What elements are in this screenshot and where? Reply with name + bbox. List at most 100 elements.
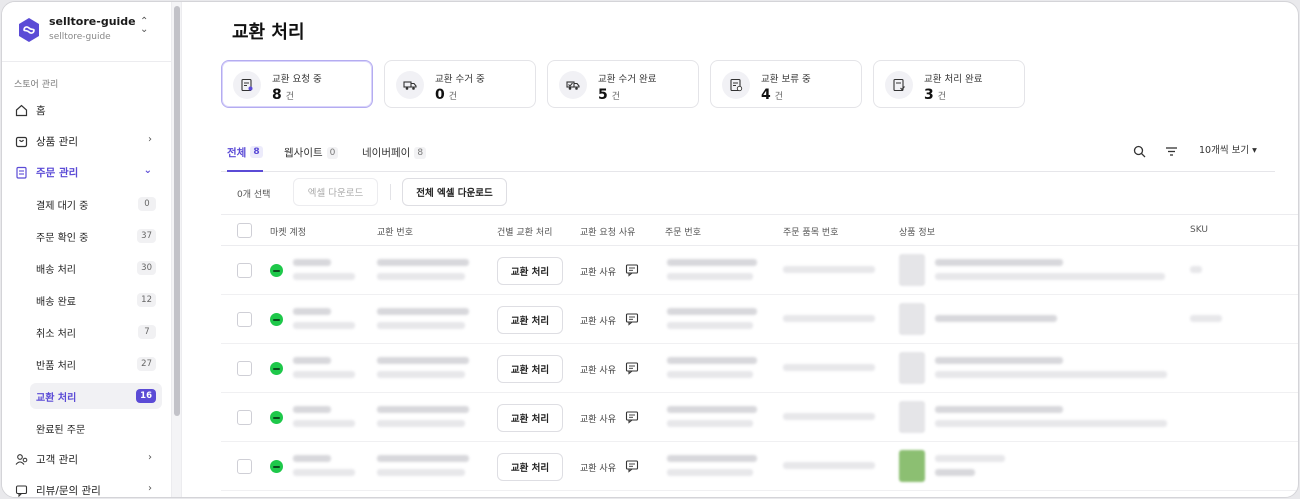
chevron-updown-icon[interactable]: ⌃ ⌄ — [140, 17, 148, 35]
column-header: SKU — [1190, 225, 1208, 235]
chevron-right-icon: › — [148, 483, 152, 494]
truck-check-icon — [559, 71, 587, 99]
exchange-reason: 교환 사유 — [580, 415, 616, 425]
product-thumbnail — [899, 352, 925, 384]
search-icon[interactable] — [1129, 141, 1149, 161]
sidebar-subitem-exchange[interactable]: 교환 처리 16 — [30, 383, 162, 409]
exchange-process-button[interactable]: 교환 처리 — [497, 404, 563, 432]
card-exchange-on-hold[interactable]: 교환 보류 중 4건 — [710, 60, 862, 108]
sidebar-subitem-payment-pending[interactable]: 결제 대기 중 0 — [30, 191, 162, 217]
subitem-label: 취소 처리 — [36, 328, 76, 340]
comment-icon[interactable] — [625, 263, 639, 277]
sidebar-scrollbar[interactable] — [172, 2, 182, 497]
exchange-reason: 교환 사유 — [580, 366, 616, 376]
tab-naverpay[interactable]: 네이버페이 8 — [362, 134, 427, 171]
card-exchange-collecting[interactable]: 교환 수거 중 0건 — [384, 60, 536, 108]
subitem-label: 교환 처리 — [36, 392, 77, 404]
all-excel-download-button[interactable]: 전체 엑셀 다운로드 — [402, 178, 507, 206]
page-size-select[interactable]: 10개씩 보기 ▾ — [1199, 142, 1257, 156]
sidebar-item-orders[interactable]: 주문 관리 ⌄ — [8, 159, 164, 185]
message-icon — [14, 483, 28, 497]
column-header: 주문 번호 — [665, 228, 701, 238]
scrollbar-thumb[interactable] — [174, 6, 180, 416]
row-checkbox[interactable] — [237, 312, 252, 327]
app-window: selltore-guide selltore-guide ⌃ ⌄ 스토어 관리 … — [1, 1, 1299, 498]
sidebar-subitem-completed[interactable]: 완료된 주문 — [30, 415, 162, 441]
naver-market-icon — [270, 460, 283, 473]
card-value: 8건 — [272, 87, 295, 103]
sidebar-item-products[interactable]: 상품 관리 › — [8, 128, 164, 154]
divider — [390, 184, 391, 200]
bag-icon — [14, 134, 28, 148]
exchange-process-button[interactable]: 교환 처리 — [497, 355, 563, 383]
product-thumbnail — [899, 450, 925, 482]
subitem-label: 반품 처리 — [36, 360, 76, 372]
sidebar-item-label: 리뷰/문의 관리 — [36, 484, 101, 497]
store-id: selltore-guide — [49, 32, 111, 42]
sidebar-subitem-delivered[interactable]: 배송 완료 12 — [30, 287, 162, 313]
column-header: 상품 정보 — [899, 228, 935, 238]
card-exchange-collected[interactable]: 교환 수거 완료 5건 — [547, 60, 699, 108]
table-header: 마켓 계정 교환 번호 건별 교환 처리 교환 요청 사유 주문 번호 주문 품… — [221, 214, 1298, 246]
card-value: 4건 — [761, 87, 784, 103]
tab-all[interactable]: 전체 8 — [227, 134, 263, 172]
column-header: 교환 번호 — [377, 228, 413, 238]
exchange-reason: 교환 사유 — [580, 268, 616, 278]
clipboard-icon — [14, 165, 28, 179]
row-checkbox[interactable] — [237, 263, 252, 278]
sidebar-item-label: 고객 관리 — [36, 453, 78, 466]
document-pause-icon — [722, 71, 750, 99]
subitem-count: 27 — [137, 357, 156, 371]
row-checkbox[interactable] — [237, 361, 252, 376]
subitem-count: 37 — [137, 229, 156, 243]
main-content: 교환 처리 교환 요청 중 8건 교환 수거 중 0건 교환 수거 완료 5건 — [183, 2, 1298, 497]
exchange-reason: 교환 사유 — [580, 317, 616, 327]
exchange-process-button[interactable]: 교환 처리 — [497, 257, 563, 285]
document-check-icon — [885, 71, 913, 99]
naver-market-icon — [270, 264, 283, 277]
comment-icon[interactable] — [625, 312, 639, 326]
row-checkbox[interactable] — [237, 459, 252, 474]
tab-count: 8 — [414, 146, 427, 159]
card-exchange-requested[interactable]: 교환 요청 중 8건 — [221, 60, 373, 108]
comment-icon[interactable] — [625, 361, 639, 375]
filter-icon[interactable] — [1161, 141, 1181, 161]
sidebar: selltore-guide selltore-guide ⌃ ⌄ 스토어 관리 … — [2, 2, 172, 497]
product-thumbnail — [899, 303, 925, 335]
excel-download-button[interactable]: 엑셀 다운로드 — [293, 178, 378, 206]
sidebar-subitem-shipping[interactable]: 배송 처리 30 — [30, 255, 162, 281]
sidebar-subitem-order-confirm[interactable]: 주문 확인 중 37 — [30, 223, 162, 249]
naver-market-icon — [270, 313, 283, 326]
table-row[interactable]: 교환 처리 교환 사유 — [221, 295, 1298, 344]
sidebar-item-home[interactable]: 홈 — [8, 97, 164, 123]
table-row[interactable]: 교환 처리 교환 사유 — [221, 344, 1298, 393]
sidebar-subitem-return[interactable]: 반품 처리 27 — [30, 351, 162, 377]
subitem-label: 결제 대기 중 — [36, 200, 89, 212]
exchange-reason: 교환 사유 — [580, 464, 616, 474]
sidebar-item-label: 홈 — [36, 104, 46, 117]
select-all-checkbox[interactable] — [237, 223, 252, 238]
section-label: 스토어 관리 — [14, 80, 59, 90]
filter-tabs: 전체 8 웹사이트 0 네이버페이 8 — [221, 134, 1275, 172]
store-switcher[interactable]: selltore-guide selltore-guide ⌃ ⌄ — [2, 2, 172, 62]
sidebar-item-reviews[interactable]: 리뷰/문의 관리 › — [8, 477, 164, 497]
subitem-label: 주문 확인 중 — [36, 232, 89, 244]
chevron-right-icon: › — [148, 452, 152, 463]
card-exchange-completed[interactable]: 교환 처리 완료 3건 — [873, 60, 1025, 108]
subitem-count: 12 — [137, 293, 156, 307]
exchange-process-button[interactable]: 교환 처리 — [497, 306, 563, 334]
comment-icon[interactable] — [625, 459, 639, 473]
sidebar-item-customers[interactable]: 고객 관리 › — [8, 446, 164, 472]
card-value: 0건 — [435, 87, 458, 103]
table-row[interactable]: 교환 처리 교환 사유 — [221, 246, 1298, 295]
subitem-count: 0 — [138, 197, 156, 211]
table-row[interactable]: 교환 처리 교환 사유 — [221, 393, 1298, 442]
chevron-down-icon: ⌄ — [143, 165, 152, 176]
sidebar-subitem-cancel[interactable]: 취소 처리 7 — [30, 319, 162, 345]
exchange-process-button[interactable]: 교환 처리 — [497, 453, 563, 481]
row-checkbox[interactable] — [237, 410, 252, 425]
tab-website[interactable]: 웹사이트 0 — [284, 134, 339, 171]
table-row[interactable]: 교환 처리 교환 사유 — [221, 442, 1298, 491]
comment-icon[interactable] — [625, 410, 639, 424]
column-header: 건별 교환 처리 — [497, 228, 553, 238]
